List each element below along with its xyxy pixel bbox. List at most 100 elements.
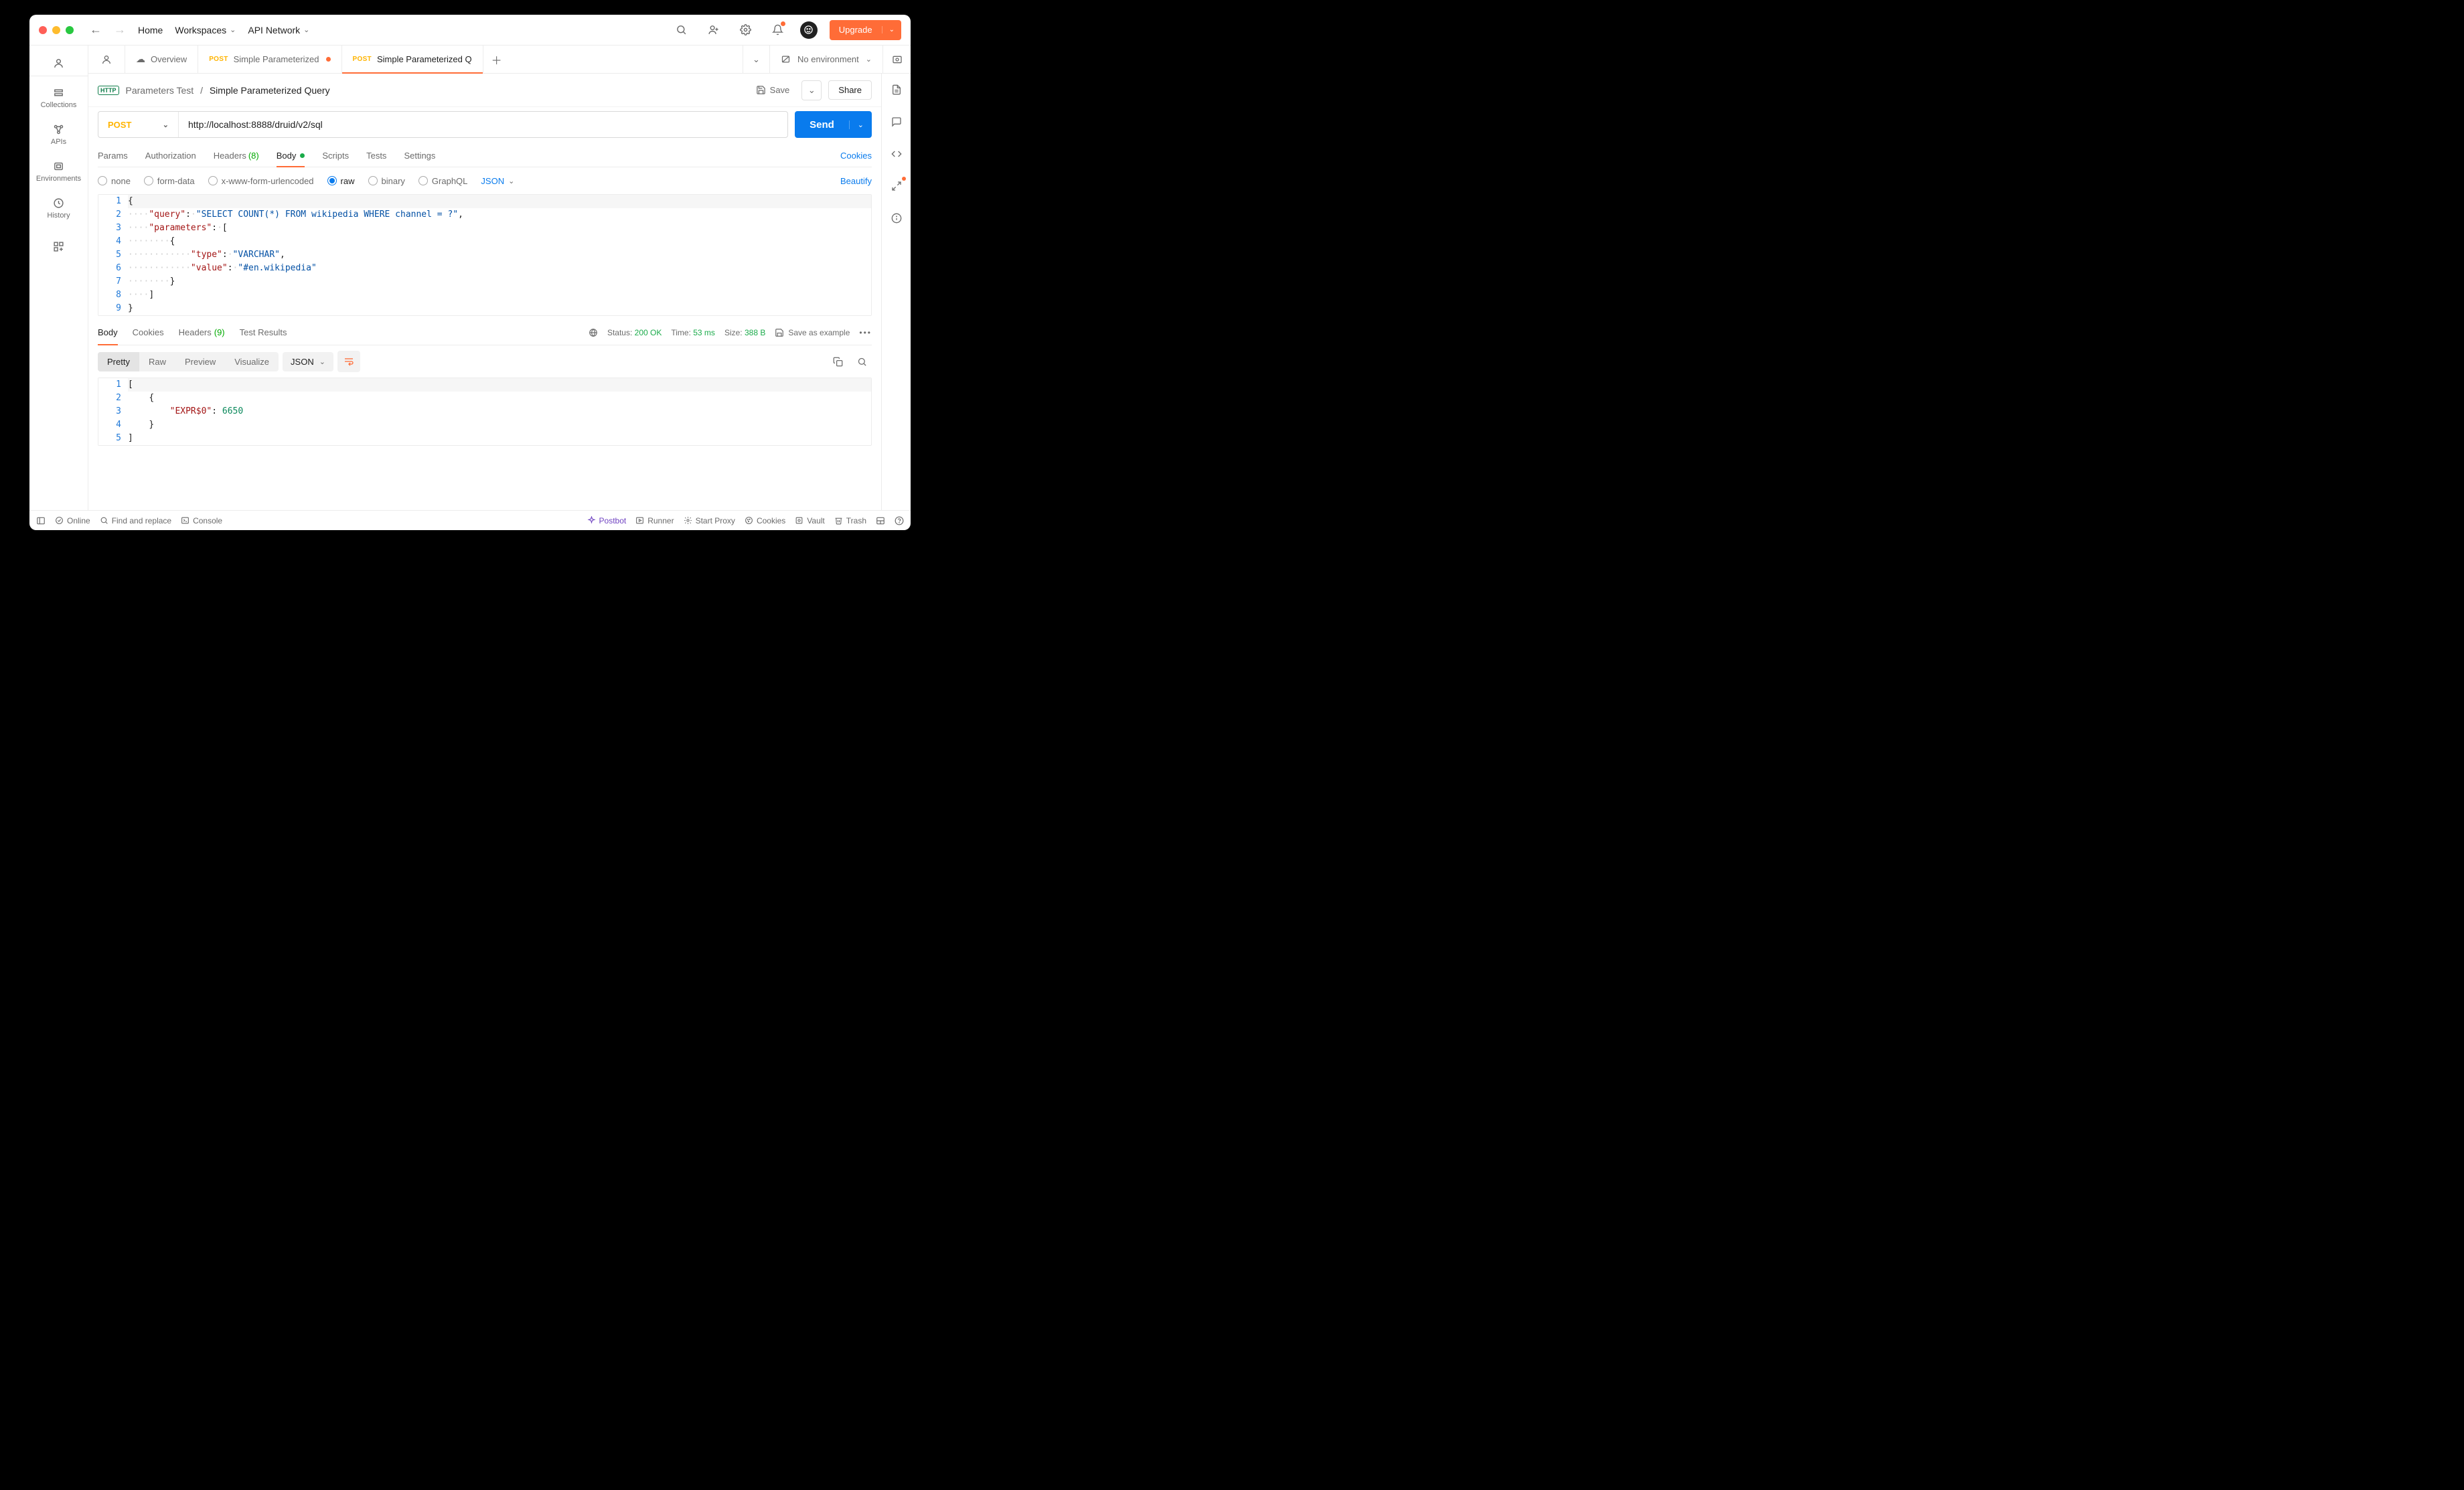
radio-raw[interactable]: raw <box>327 176 355 186</box>
nav-api-network[interactable]: API Network ⌄ <box>248 25 309 35</box>
minimize-window-icon[interactable] <box>52 26 60 34</box>
radio-binary[interactable]: binary <box>368 176 405 186</box>
view-pretty[interactable]: Pretty <box>98 352 139 371</box>
resp-tab-tests[interactable]: Test Results <box>240 320 287 345</box>
documentation-icon[interactable] <box>889 82 905 98</box>
environment-selector[interactable]: No environment ⌄ <box>769 46 882 73</box>
environment-quicklook-icon[interactable] <box>882 46 911 73</box>
copy-response-icon[interactable] <box>828 351 848 371</box>
share-button[interactable]: Share <box>828 80 872 100</box>
cookies-link[interactable]: Cookies <box>840 151 872 161</box>
save-as-example-button[interactable]: Save as example <box>775 328 850 337</box>
tab-headers[interactable]: Headers (8) <box>214 145 259 167</box>
nav-environments[interactable]: Environments <box>29 157 88 187</box>
view-preview[interactable]: Preview <box>175 352 225 371</box>
radio-graphql[interactable]: GraphQL <box>418 176 467 186</box>
chevron-down-icon: ⌄ <box>163 120 169 129</box>
tab-settings[interactable]: Settings <box>404 145 435 167</box>
radio-none[interactable]: none <box>98 176 131 186</box>
save-button[interactable]: Save <box>751 81 795 99</box>
info-icon[interactable] <box>889 210 905 226</box>
raw-format-selector[interactable]: JSON ⌄ <box>481 176 514 186</box>
radio-urlencoded[interactable]: x-www-form-urlencoded <box>208 176 314 186</box>
tab-tests[interactable]: Tests <box>366 145 386 167</box>
code-key: "value" <box>191 263 228 273</box>
history-icon <box>53 197 64 209</box>
view-visualize[interactable]: Visualize <box>225 352 279 371</box>
status-online[interactable]: Online <box>55 516 90 525</box>
panel-toggle-icon[interactable] <box>36 516 46 525</box>
status-postbot[interactable]: Postbot <box>587 516 627 525</box>
status-runner[interactable]: Runner <box>635 516 674 525</box>
tab-overview[interactable]: ☁ Overview <box>125 46 198 73</box>
status-trash[interactable]: Trash <box>834 516 866 525</box>
beautify-button[interactable]: Beautify <box>840 176 872 186</box>
radio-formdata[interactable]: form-data <box>144 176 195 186</box>
line-number: 4 <box>98 418 128 432</box>
search-response-icon[interactable] <box>852 351 872 371</box>
close-window-icon[interactable] <box>39 26 47 34</box>
send-button[interactable]: Send ⌄ <box>795 111 872 138</box>
settings-icon[interactable] <box>736 20 756 40</box>
status-vault[interactable]: Vault <box>795 516 824 525</box>
nav-history[interactable]: History <box>29 193 88 224</box>
tab-request-1[interactable]: POST Simple Parameterized <box>198 46 341 73</box>
request-body-editor[interactable]: 1{ 2····"query":·"SELECT COUNT(*) FROM w… <box>98 194 872 316</box>
code-icon[interactable] <box>889 146 905 162</box>
search-icon[interactable] <box>672 20 692 40</box>
nav-home[interactable]: Home <box>138 25 163 35</box>
nav-apis[interactable]: APIs <box>29 120 88 150</box>
status-find[interactable]: Find and replace <box>100 516 171 525</box>
comments-icon[interactable] <box>889 114 905 130</box>
status-proxy[interactable]: Start Proxy <box>684 516 735 525</box>
notification-dot-icon <box>781 21 785 26</box>
method-selector[interactable]: POST ⌄ <box>98 112 179 137</box>
nav-collections[interactable]: Collections <box>29 83 88 113</box>
postbot-avatar-icon[interactable] <box>800 21 818 39</box>
layout-icon[interactable] <box>876 516 885 525</box>
status-online-label: Online <box>67 516 90 525</box>
wrap-lines-button[interactable] <box>337 351 360 372</box>
status-console[interactable]: Console <box>181 516 222 525</box>
line-number: 5 <box>98 248 128 262</box>
environments-icon <box>53 161 64 172</box>
related-icon[interactable] <box>889 178 905 194</box>
nav-workspaces-label: Workspaces <box>175 25 226 35</box>
add-nav-icon[interactable] <box>53 241 64 252</box>
code-key: "EXPR$0" <box>170 406 212 416</box>
tabs-dropdown[interactable]: ⌄ <box>743 46 769 73</box>
new-tab-button[interactable]: ＋ <box>483 46 510 73</box>
resp-tab-headers[interactable]: Headers (9) <box>179 320 225 345</box>
chevron-down-icon[interactable]: ⌄ <box>882 26 901 33</box>
nav-workspaces[interactable]: Workspaces ⌄ <box>175 25 236 35</box>
line-number: 7 <box>98 275 128 288</box>
more-icon[interactable]: ••• <box>859 328 872 337</box>
help-icon[interactable] <box>895 516 904 525</box>
tab-authorization[interactable]: Authorization <box>145 145 196 167</box>
url-input[interactable]: http://localhost:8888/druid/v2/sql <box>179 112 787 137</box>
response-format-selector[interactable]: JSON ⌄ <box>283 352 333 371</box>
topbar: ← → Home Workspaces ⌄ API Network ⌄ Upgr <box>29 15 911 46</box>
resp-tab-cookies[interactable]: Cookies <box>133 320 164 345</box>
view-raw[interactable]: Raw <box>139 352 175 371</box>
nav-forward-icon[interactable]: → <box>114 23 126 37</box>
status-cookies[interactable]: Cookies <box>745 516 785 525</box>
user-icon[interactable] <box>53 58 64 69</box>
response-body-editor[interactable]: 1[ 2 { 3 "EXPR$0": 6650 4 } 5] <box>98 378 872 446</box>
invite-icon[interactable] <box>704 20 724 40</box>
tab-params[interactable]: Params <box>98 145 128 167</box>
maximize-window-icon[interactable] <box>66 26 74 34</box>
save-options-button[interactable]: ⌄ <box>801 80 822 100</box>
radio-raw-label: raw <box>341 176 355 186</box>
chevron-down-icon[interactable]: ⌄ <box>849 120 872 129</box>
resp-tab-body[interactable]: Body <box>98 320 118 345</box>
workspace-user-icon[interactable] <box>88 46 125 73</box>
nav-back-icon[interactable]: ← <box>90 23 102 37</box>
notifications-icon[interactable] <box>768 20 788 40</box>
code-string: "#en.wikipedia" <box>238 263 316 273</box>
tab-scripts[interactable]: Scripts <box>322 145 349 167</box>
tab-request-2[interactable]: POST Simple Parameterized Q <box>342 46 483 73</box>
breadcrumb-collection[interactable]: Parameters Test <box>126 85 194 96</box>
upgrade-button[interactable]: Upgrade ⌄ <box>830 20 901 40</box>
tab-body[interactable]: Body <box>277 145 305 167</box>
